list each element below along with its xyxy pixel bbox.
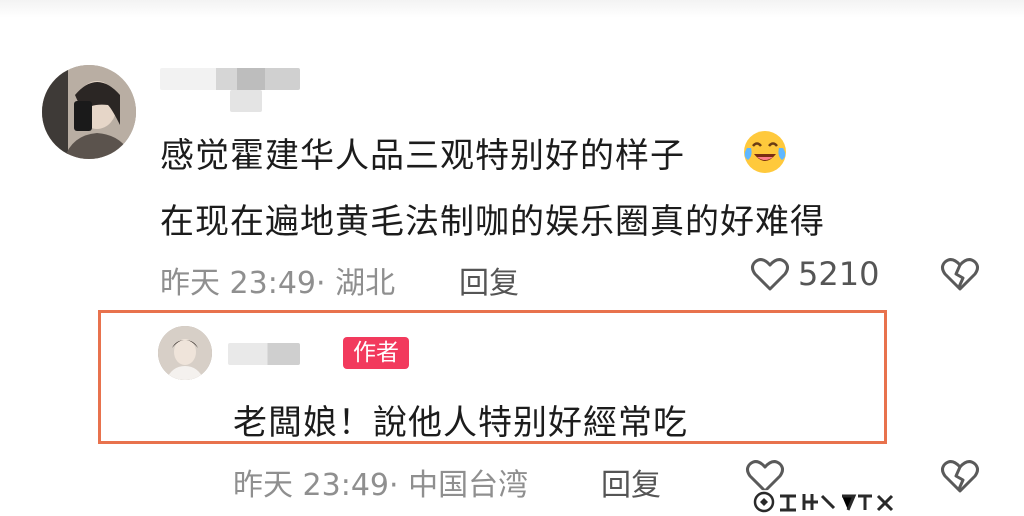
dislike-broken-heart-icon[interactable] [940,254,980,294]
reply-button[interactable]: 回复 [601,460,661,504]
username-redacted [230,90,262,112]
top-divider [0,0,1024,18]
crying-laughing-face-icon [744,131,786,173]
watermark-logo [752,490,902,514]
like-count: 5210 [798,255,880,293]
reply-timestamp-location: 昨天 23:49· 中国台湾 [233,468,529,503]
comment-thread: 感觉霍建华人品三观特别好的样子 在现在遍地黄毛法制咖的娱乐圈真的好难得 昨天 2… [0,0,1024,516]
author-badge: 作者 [343,337,409,369]
comment-text-line: 感觉霍建华人品三观特别好的样子 [160,136,685,176]
author-username-redacted [228,343,300,365]
avatar[interactable] [42,65,136,159]
dislike-broken-heart-icon[interactable] [940,456,980,496]
username-redacted [160,68,300,90]
like-button[interactable]: 5210 [750,254,879,294]
author-avatar[interactable] [158,326,212,380]
comment-timestamp-location: 昨天 23:49· 湖北 [160,266,396,301]
reply-button[interactable]: 回复 [459,258,519,302]
reply-text: 老闆娘！說他人特别好經常吃 [233,403,688,443]
heart-icon [751,258,789,291]
comment-text-line: 在现在遍地黄毛法制咖的娱乐圈真的好难得 [160,202,825,242]
